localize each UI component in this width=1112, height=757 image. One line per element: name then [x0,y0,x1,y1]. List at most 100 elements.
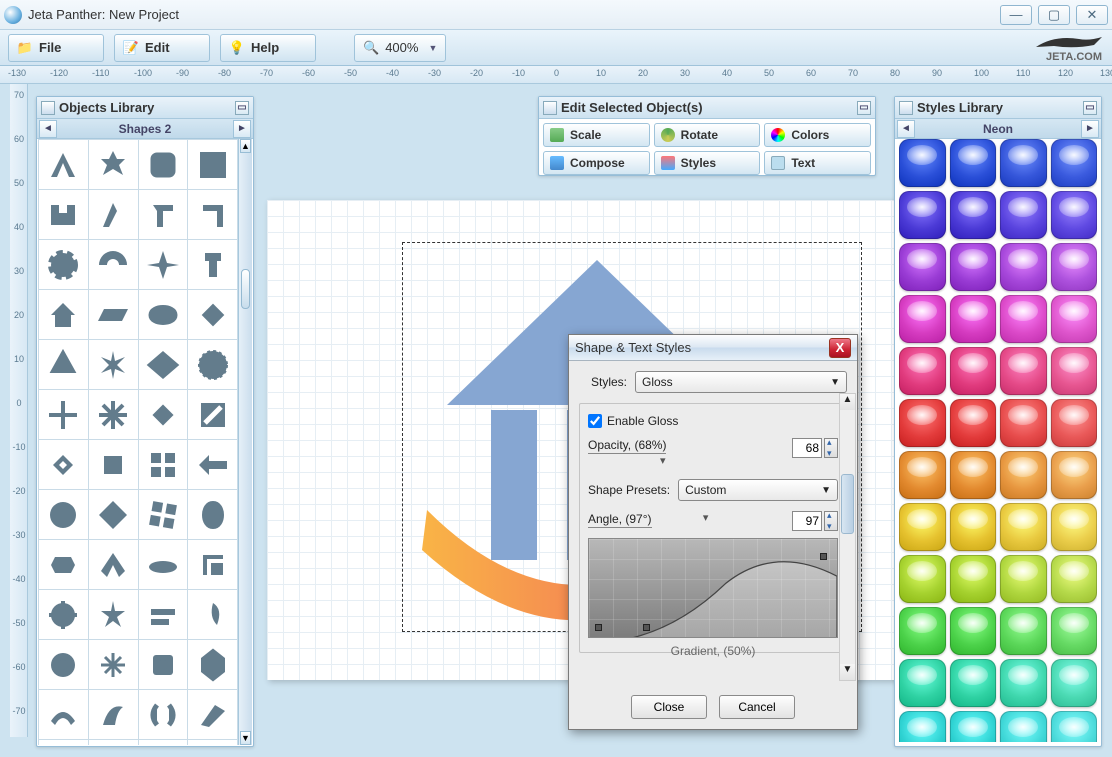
shape-item[interactable] [39,640,88,689]
shape-item[interactable] [139,340,188,389]
style-swatch[interactable] [1051,295,1098,343]
style-swatch[interactable] [1000,711,1047,742]
shape-item[interactable] [188,440,237,489]
objects-library-header[interactable]: Objects Library ▭ [37,97,253,119]
colors-button[interactable]: Colors [764,123,871,147]
scroll-down-button[interactable]: ▼ [240,731,251,745]
shape-item[interactable] [89,490,138,539]
help-menu[interactable]: 💡 Help [220,34,316,62]
dialog-close-button[interactable]: X [829,338,851,358]
style-swatch[interactable] [950,607,997,655]
cancel-button[interactable]: Cancel [719,695,795,719]
opacity-slider[interactable]: ▾ [588,456,718,466]
style-swatch[interactable] [1051,555,1098,603]
style-swatch[interactable] [1000,139,1047,187]
style-swatch[interactable] [1000,399,1047,447]
shape-item[interactable] [139,240,188,289]
shape-item[interactable] [139,640,188,689]
shape-item[interactable] [188,190,237,239]
shape-presets-combo[interactable]: Custom ▼ [678,479,838,501]
shape-item[interactable] [188,340,237,389]
shape-item[interactable] [39,190,88,239]
style-swatch[interactable] [950,191,997,239]
prev-category-button[interactable]: ◄ [39,120,57,138]
scale-button[interactable]: Scale [543,123,650,147]
style-swatch[interactable] [1051,711,1098,742]
shape-item[interactable] [39,140,88,189]
style-swatch[interactable] [1051,503,1098,551]
scroll-up-button[interactable]: ▲ [840,394,855,410]
style-swatch[interactable] [950,347,997,395]
style-swatch[interactable] [950,451,997,499]
shape-item[interactable] [188,540,237,589]
style-swatch[interactable] [899,243,946,291]
opacity-input[interactable] [792,438,822,458]
scroll-thumb[interactable] [241,269,250,309]
style-swatch[interactable] [1051,347,1098,395]
style-swatch[interactable] [1000,659,1047,707]
prev-style-category-button[interactable]: ◄ [897,120,915,138]
shape-item[interactable] [139,190,188,239]
shape-item[interactable] [139,440,188,489]
file-menu[interactable]: 📁 File [8,34,104,62]
style-swatch[interactable] [899,191,946,239]
maximize-button[interactable]: ▢ [1038,5,1070,25]
shape-item[interactable] [188,240,237,289]
style-swatch[interactable] [950,503,997,551]
shape-item[interactable] [39,340,88,389]
shape-item[interactable] [188,740,237,745]
style-swatch[interactable] [1000,555,1047,603]
shape-item[interactable] [39,290,88,339]
style-swatch[interactable] [950,711,997,742]
scroll-up-button[interactable]: ▲ [240,139,251,153]
shape-item[interactable] [89,140,138,189]
zoom-control[interactable]: 🔍 400% ▼ [354,34,446,62]
shape-item[interactable] [89,390,138,439]
panel-collapse-button[interactable]: ▭ [235,101,249,115]
angle-spinner[interactable] [792,511,838,531]
style-swatch[interactable] [1000,607,1047,655]
shape-item[interactable] [188,140,237,189]
style-swatch[interactable] [1051,451,1098,499]
edit-menu[interactable]: 📝 Edit [114,34,210,62]
shape-item[interactable] [89,590,138,639]
styles-library-header[interactable]: Styles Library ▭ [895,97,1101,119]
angle-slider[interactable]: ▾ [655,513,785,523]
shape-item[interactable] [89,240,138,289]
dialog-scrollbar[interactable]: ▲ ▼ [839,393,856,681]
panel-collapse-button[interactable]: ▭ [1083,101,1097,115]
style-swatch[interactable] [899,139,946,187]
curve-handle[interactable] [820,553,827,560]
close-button[interactable]: Close [631,695,707,719]
shape-item[interactable] [188,490,237,539]
style-swatch[interactable] [899,399,946,447]
style-swatch[interactable] [899,451,946,499]
dialog-title-bar[interactable]: Shape & Text Styles X [569,335,857,361]
next-style-category-button[interactable]: ► [1081,120,1099,138]
style-swatch[interactable] [1051,607,1098,655]
curve-handle[interactable] [643,624,650,631]
style-swatch[interactable] [1051,659,1098,707]
shape-item[interactable] [139,540,188,589]
style-swatch[interactable] [1000,347,1047,395]
text-button[interactable]: Text [764,151,871,175]
shape-item[interactable] [39,490,88,539]
shape-item[interactable] [139,140,188,189]
curve-handle[interactable] [595,624,602,631]
shape-item[interactable] [139,590,188,639]
shape-item[interactable] [89,740,138,745]
shape-item[interactable] [89,190,138,239]
scroll-down-button[interactable]: ▼ [840,664,855,680]
styles-combo[interactable]: Gloss ▼ [635,371,847,393]
edit-selected-header[interactable]: Edit Selected Object(s) ▭ [539,97,875,119]
shape-item[interactable] [188,390,237,439]
curve-editor[interactable] [588,538,838,638]
shape-item[interactable] [39,540,88,589]
styles-button[interactable]: Styles [654,151,761,175]
scroll-thumb[interactable] [841,474,854,534]
shape-item[interactable] [139,490,188,539]
shapes-scrollbar[interactable]: ▲ ▼ [238,139,252,745]
shape-item[interactable] [39,440,88,489]
shape-item[interactable] [89,690,138,739]
style-swatch[interactable] [1051,243,1098,291]
